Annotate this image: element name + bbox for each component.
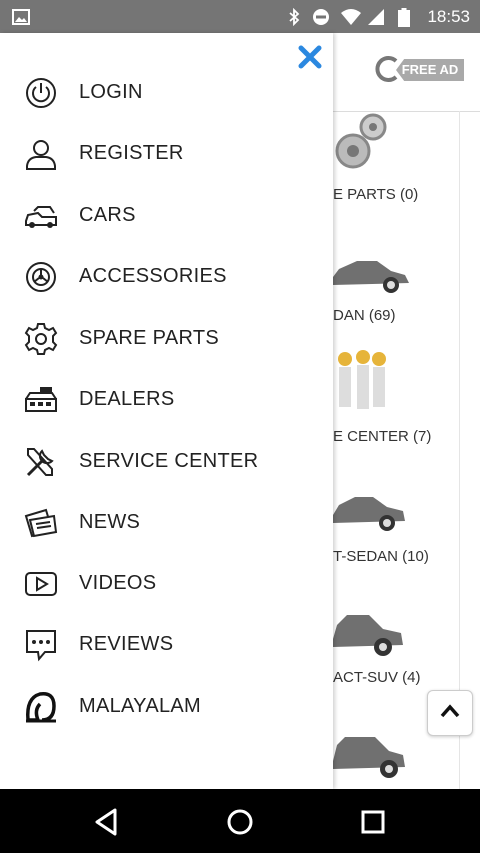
category-label: E PARTS (0) — [333, 186, 419, 203]
home-icon[interactable] — [223, 805, 257, 839]
mechanics-image — [338, 350, 386, 409]
category-sedan[interactable]: DAN (69) — [333, 243, 459, 353]
menu-item-label: VIDEOS — [79, 572, 157, 594]
category-label: DAN (69) — [333, 307, 396, 324]
wifi-icon — [341, 9, 361, 25]
menu-item-news[interactable]: NEWS — [0, 494, 333, 550]
menu-item-spare-parts[interactable]: SPARE PARTS — [0, 310, 333, 366]
recents-icon[interactable] — [356, 805, 390, 839]
menu-item-service-center[interactable]: SERVICE CENTER — [0, 433, 333, 489]
chat-bubble-icon — [26, 630, 56, 662]
dnd-icon — [313, 9, 329, 25]
menu-item-label: SPARE PARTS — [79, 327, 220, 349]
category-compact-sedan[interactable]: T-SEDAN (10) — [333, 483, 459, 593]
menu-item-label: DEALERS — [79, 388, 175, 410]
car-image — [333, 261, 409, 293]
menu-item-register[interactable]: REGISTER — [0, 125, 333, 181]
menu-item-dealers[interactable]: DEALERS — [0, 371, 333, 427]
status-bar: 18:53 — [0, 0, 480, 33]
menu-item-malayalam[interactable]: MALAYALAM — [0, 678, 333, 734]
car-image — [333, 497, 405, 531]
menu-item-login[interactable]: LOGIN — [0, 64, 333, 120]
steering-wheel-icon — [26, 262, 56, 292]
menu-item-cars[interactable]: CARS — [0, 187, 333, 243]
car-image — [333, 737, 405, 778]
menu-item-label: REVIEWS — [79, 633, 174, 655]
back-icon[interactable] — [90, 805, 124, 839]
menu-item-label: LOGIN — [79, 81, 143, 103]
menu-item-label: CARS — [79, 204, 136, 226]
free-ad-label: FREE AD — [396, 59, 464, 81]
menu-item-label: SERVICE CENTER — [79, 450, 259, 472]
video-play-icon — [25, 572, 57, 596]
scroll-to-top-button[interactable] — [427, 690, 473, 736]
menu-item-accessories[interactable]: ACCESSORIES — [0, 248, 333, 304]
chevron-up-icon — [440, 704, 460, 718]
category-spare-parts[interactable]: E PARTS (0) — [333, 111, 459, 231]
menu-item-label: ACCESSORIES — [79, 265, 227, 287]
menu-item-videos[interactable]: VIDEOS — [0, 555, 333, 611]
cars-icon — [25, 206, 57, 228]
free-ad-button[interactable]: FREE AD — [374, 55, 466, 83]
menu-item-label: MALAYALAM — [79, 695, 201, 717]
category-label: T-SEDAN (10) — [333, 548, 429, 565]
navigation-drawer: LOGIN REGISTER CARS ACCESSORIES SPARE PA… — [0, 33, 333, 789]
battery-icon — [398, 8, 410, 27]
system-nav-bar — [0, 789, 480, 853]
menu-item-label: REGISTER — [79, 142, 184, 164]
menu-item-label: NEWS — [79, 511, 141, 533]
divider — [459, 111, 460, 789]
gear-icon — [24, 323, 58, 355]
category-label: ACT-SUV (4) — [333, 669, 421, 686]
clock: 18:53 — [427, 7, 470, 26]
image-icon — [12, 9, 30, 25]
category-service-center[interactable]: E CENTER (7) — [333, 345, 459, 455]
category-label: E CENTER (7) — [333, 428, 432, 445]
bluetooth-icon — [289, 8, 300, 26]
suv-image — [333, 615, 403, 656]
malayalam-letter-icon — [26, 692, 56, 723]
signal-icon — [368, 9, 384, 25]
user-icon — [26, 140, 56, 170]
news-icon — [24, 508, 58, 538]
dealer-store-icon — [25, 387, 57, 412]
tools-icon — [26, 448, 54, 477]
menu-item-reviews[interactable]: REVIEWS — [0, 616, 333, 672]
category-item[interactable] — [333, 731, 459, 789]
power-icon — [26, 78, 56, 108]
gears-image — [335, 113, 387, 169]
